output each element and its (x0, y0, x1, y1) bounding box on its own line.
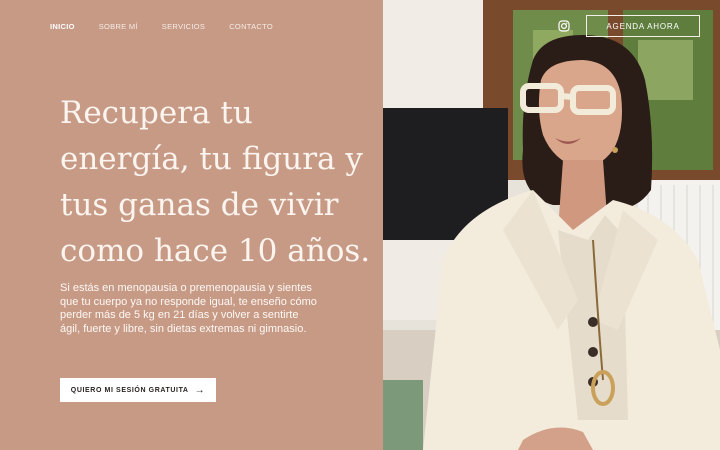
cta-label: QUIERO MI SESIÓN GRATUITA (70, 386, 189, 394)
main-nav: INICIO SOBRE MÍ SERVICIOS CONTACTO (50, 22, 297, 31)
hero-photo (383, 0, 720, 450)
woman-portrait-illustration (383, 0, 720, 450)
headline-line-2: energía, tu figura y (60, 141, 363, 177)
hero-headline: Recupera tu energía, tu figura y tus gan… (60, 90, 370, 274)
hero-description: Si estás en menopausia o premenopausia y… (60, 282, 317, 335)
nav-link-inicio[interactable]: INICIO (50, 22, 75, 31)
nav-link-servicios[interactable]: SERVICIOS (162, 22, 205, 31)
free-session-button[interactable]: QUIERO MI SESIÓN GRATUITA → (60, 378, 216, 402)
hero-left-panel: INICIO SOBRE MÍ SERVICIOS CONTACTO Recup… (0, 0, 383, 450)
nav-link-contacto[interactable]: CONTACTO (229, 22, 273, 31)
book-now-button[interactable]: AGENDA AHORA (586, 15, 700, 37)
arrow-right-icon: → (194, 384, 206, 396)
instagram-icon[interactable] (558, 20, 570, 32)
headline-line-3: tus ganas de vivir (60, 187, 339, 223)
nav-link-sobre-mi[interactable]: SOBRE MÍ (99, 22, 138, 31)
headline-line-1: Recupera tu (60, 95, 253, 131)
headline-line-4: como hace 10 años. (60, 233, 371, 269)
